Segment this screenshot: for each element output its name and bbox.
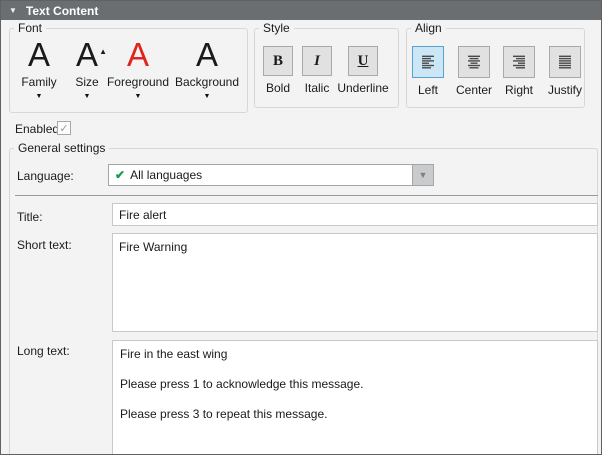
underline-button[interactable]: U — [348, 46, 378, 76]
language-dropdown[interactable]: ✔ All languages ▼ — [108, 164, 434, 186]
align-center-button[interactable] — [458, 46, 490, 78]
long-text-line: Fire in the east wing — [120, 347, 590, 362]
checkmark-icon: ✓ — [59, 122, 68, 135]
align-left-control: Left — [407, 46, 449, 97]
font-family-button[interactable]: A Family ▼ — [13, 37, 65, 100]
chevron-down-icon[interactable]: ▼ — [204, 93, 211, 100]
language-label: Language: — [17, 169, 74, 183]
underline-icon: U — [358, 53, 369, 70]
font-background-button[interactable]: A Background ▼ — [167, 37, 247, 100]
align-right-button[interactable] — [503, 46, 535, 78]
panel-header[interactable]: ▼ Text Content — [1, 1, 601, 20]
title-label: Title: — [17, 210, 43, 224]
align-left-button[interactable] — [412, 46, 444, 78]
align-left-icon — [420, 55, 436, 69]
language-check-icon: ✔ — [115, 168, 125, 182]
align-center-label: Center — [456, 83, 492, 97]
long-text-line: Please press 1 to acknowledge this messa… — [120, 377, 590, 392]
underline-label: Underline — [337, 81, 388, 95]
font-group: Font A Family ▼ A▲ Size ▼ A Foreground ▼… — [9, 28, 248, 113]
align-right-icon — [511, 55, 527, 69]
align-left-label: Left — [418, 83, 438, 97]
align-right-control: Right — [498, 46, 540, 97]
bold-icon: B — [273, 53, 283, 70]
panel-title: Text Content — [26, 4, 98, 18]
foreground-color-icon: A — [127, 37, 149, 73]
align-group: Align Left — [406, 28, 585, 108]
style-group: Style B Bold I Italic U Underline — [254, 28, 399, 108]
align-group-label: Align — [411, 21, 446, 35]
underline-control: U Underline — [331, 46, 395, 95]
dropdown-arrow-icon: ▼ — [419, 170, 428, 180]
align-justify-button[interactable] — [549, 46, 581, 78]
short-text-label: Short text: — [17, 238, 72, 252]
align-justify-control: Justify — [544, 46, 586, 97]
language-dropdown-button[interactable]: ▼ — [412, 165, 433, 185]
font-foreground-button[interactable]: A Foreground ▼ — [100, 37, 176, 100]
general-settings-label: General settings — [14, 141, 109, 155]
language-selected-value: ✔ All languages — [109, 165, 412, 185]
chevron-down-icon[interactable]: ▼ — [135, 93, 142, 100]
font-family-icon: A — [28, 37, 50, 73]
section-divider — [15, 195, 598, 196]
long-text-input[interactable]: Fire in the east wing Please press 1 to … — [112, 340, 598, 455]
enabled-label: Enabled: — [15, 122, 62, 136]
background-color-icon: A — [196, 37, 218, 73]
font-family-label: Family — [21, 75, 56, 89]
bold-control: B Bold — [258, 46, 298, 95]
font-foreground-label: Foreground — [107, 75, 169, 89]
align-center-control: Center — [453, 46, 495, 97]
font-group-label: Font — [14, 21, 46, 35]
align-right-label: Right — [505, 83, 533, 97]
chevron-down-icon[interactable]: ▼ — [36, 93, 43, 100]
collapse-triangle-icon[interactable]: ▼ — [9, 6, 17, 15]
chevron-down-icon[interactable]: ▼ — [84, 93, 91, 100]
font-background-label: Background — [175, 75, 239, 89]
short-text-input[interactable] — [112, 233, 598, 332]
bold-label: Bold — [266, 81, 290, 95]
italic-button[interactable]: I — [302, 46, 332, 76]
bold-button[interactable]: B — [263, 46, 293, 76]
align-justify-label: Justify — [548, 83, 582, 97]
language-value-text: All languages — [130, 168, 202, 182]
long-text-line: Please press 3 to repeat this message. — [120, 407, 590, 422]
italic-label: Italic — [305, 81, 330, 95]
font-size-icon: A▲ — [76, 37, 98, 73]
enabled-checkbox[interactable]: ✓ — [57, 121, 71, 135]
font-size-label: Size — [75, 75, 98, 89]
long-text-label: Long text: — [17, 344, 70, 358]
italic-icon: I — [314, 53, 320, 70]
text-content-panel: ▼ Text Content Font A Family ▼ A▲ Size ▼… — [0, 0, 602, 455]
title-input[interactable] — [112, 203, 598, 226]
align-center-icon — [466, 55, 482, 69]
align-justify-icon — [557, 55, 573, 69]
style-group-label: Style — [259, 21, 294, 35]
